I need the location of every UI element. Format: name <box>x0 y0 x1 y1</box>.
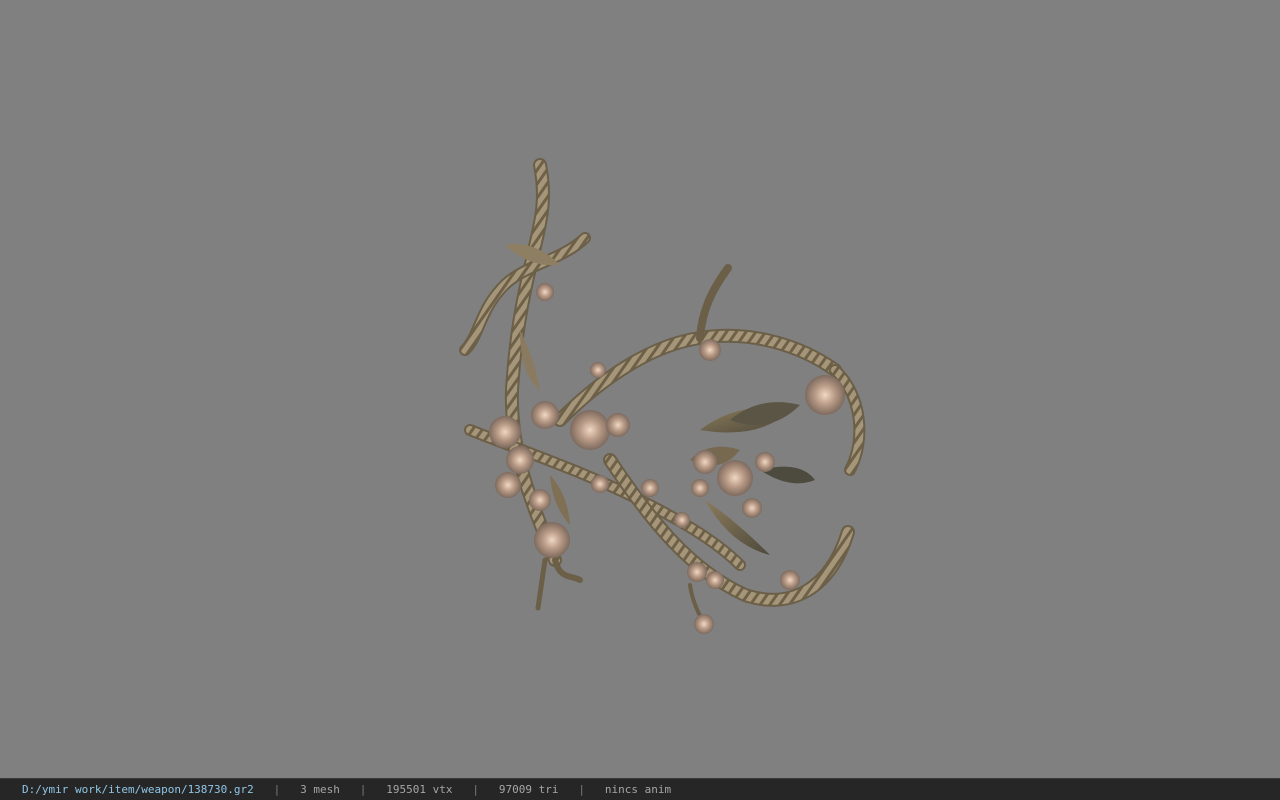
mesh-count-label: 3 mesh <box>300 783 340 796</box>
status-separator: | <box>359 783 367 796</box>
animation-label: nincs anim <box>604 783 672 796</box>
triangle-count-label: 97009 tri <box>498 783 559 796</box>
vine-branches <box>459 158 866 624</box>
vertex-count-label: 195501 vtx <box>386 783 453 796</box>
weapon-model-render[interactable] <box>0 0 1280 778</box>
status-bar: D:/ymir work/item/weapon/138730.gr2 | 3 … <box>0 778 1280 800</box>
file-path-label: D:/ymir work/item/weapon/138730.gr2 <box>22 783 254 796</box>
status-separator: | <box>472 783 480 796</box>
status-separator: | <box>273 783 281 796</box>
status-separator: | <box>578 783 586 796</box>
3d-viewport[interactable] <box>0 0 1280 778</box>
